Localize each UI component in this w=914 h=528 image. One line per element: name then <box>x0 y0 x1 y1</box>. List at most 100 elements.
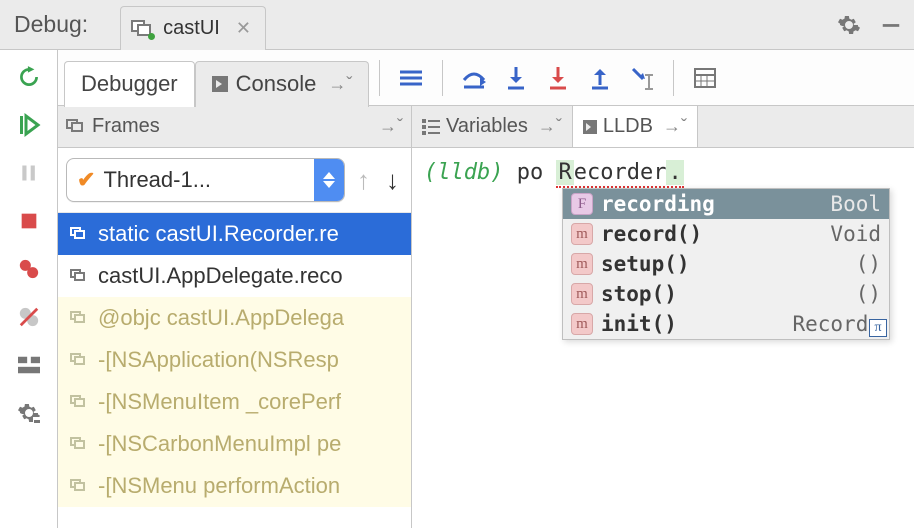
kind-badge: F <box>571 193 593 215</box>
breakpoints-icon[interactable] <box>16 256 42 282</box>
step-over-icon[interactable] <box>459 66 489 90</box>
gear-icon[interactable] <box>836 12 862 38</box>
completion-type: () <box>856 282 881 306</box>
next-frame-icon[interactable]: ↓ <box>382 165 403 196</box>
step-out-icon[interactable] <box>585 65 615 91</box>
frames-title: Frames <box>92 115 160 138</box>
frame-row[interactable]: castUI.AppDelegate.reco <box>58 255 411 297</box>
thread-selector[interactable]: ✔ Thread-1... <box>66 158 345 202</box>
completion-type: Void <box>830 222 881 246</box>
tab-label: Variables <box>446 115 528 138</box>
stepper-icon[interactable] <box>314 158 344 202</box>
completion-name: stop() <box>601 282 848 306</box>
tab-variables[interactable]: Variables →ˇ <box>412 106 573 147</box>
tab-label: Debugger <box>81 71 178 97</box>
prompt: (lldb) <box>424 160 503 185</box>
step-into-icon[interactable] <box>501 65 531 91</box>
kind-badge: m <box>571 283 593 305</box>
frame-label: -[NSCarbonMenuImpl pe <box>98 431 341 457</box>
thread-label: Thread-1... <box>103 167 211 193</box>
completion-name: init() <box>601 312 784 336</box>
variables-icon <box>422 119 440 135</box>
console-icon <box>212 76 228 92</box>
panel-title: Debug: <box>14 11 88 38</box>
frames-icon <box>66 119 86 135</box>
force-step-into-icon[interactable] <box>543 65 573 91</box>
frame-row[interactable]: @objc castUI.AppDelega <box>58 297 411 339</box>
frame-label: static castUI.Recorder.re <box>98 221 339 247</box>
lldb-icon <box>583 120 597 134</box>
run-tab-label: castUI <box>163 17 220 40</box>
title-bar: Debug: castUI ✕ <box>0 0 914 50</box>
tab-lldb[interactable]: LLDB →ˇ <box>573 106 698 147</box>
kind-badge: m <box>571 313 593 335</box>
frame-icon <box>70 437 88 451</box>
layout-icon[interactable] <box>16 352 42 378</box>
frame-row[interactable]: -[NSMenuItem _corePerf <box>58 381 411 423</box>
frame-row[interactable]: -[NSApplication(NSResp <box>58 339 411 381</box>
run-tab-strip: castUI ✕ <box>118 0 266 49</box>
frame-icon <box>70 227 88 241</box>
completion-type: Bool <box>830 192 881 216</box>
lldb-console[interactable]: (lldb) po Recorder. FrecordingBoolmrecor… <box>412 148 914 528</box>
tab-label: Console <box>236 71 317 97</box>
frames-panel: Frames →ˇ ✔ Thread-1... ↑ ↓ static castU… <box>58 106 412 528</box>
minimize-icon[interactable] <box>878 12 904 38</box>
completion-item[interactable]: Frecording Bool <box>563 189 889 219</box>
completion-item[interactable]: m stop() () <box>563 279 889 309</box>
tab-debugger[interactable]: Debugger <box>64 61 195 107</box>
frame-icon <box>70 353 88 367</box>
tab-console[interactable]: Console →ˇ <box>195 61 370 107</box>
pin-icon[interactable]: →ˇ <box>379 116 403 137</box>
frame-label: castUI.AppDelegate.reco <box>98 263 343 289</box>
completion-name: record() <box>601 222 822 246</box>
frame-label: -[NSMenu performAction <box>98 473 340 499</box>
pin-icon[interactable]: →ˇ <box>538 116 562 137</box>
frame-icon <box>70 269 88 283</box>
frame-list: static castUI.Recorder.re castUI.AppDeleg… <box>58 213 411 528</box>
frame-label: -[NSApplication(NSResp <box>98 347 339 373</box>
run-tab[interactable]: castUI ✕ <box>120 6 266 50</box>
run-to-cursor-icon[interactable] <box>627 65 657 91</box>
completion-item[interactable]: m record() Void <box>563 219 889 249</box>
prev-frame-icon[interactable]: ↑ <box>353 165 374 196</box>
debugger-toolbar: Debugger Console →ˇ <box>58 50 914 106</box>
pin-icon[interactable]: →ˇ <box>663 116 687 137</box>
kind-badge: m <box>571 253 593 275</box>
resume-icon[interactable] <box>16 112 42 138</box>
frame-row[interactable]: static castUI.Recorder.re <box>58 213 411 255</box>
frames-header: Frames →ˇ <box>58 106 411 148</box>
right-panel-tabs: Variables →ˇ LLDB →ˇ <box>412 106 914 148</box>
settings-icon[interactable] <box>16 400 42 426</box>
pin-icon[interactable]: →ˇ <box>328 74 352 95</box>
completion-item[interactable]: m init() Recorde <box>563 309 889 339</box>
debug-actions-column <box>0 50 58 528</box>
frame-label: @objc castUI.AppDelega <box>98 305 344 331</box>
evaluate-icon[interactable] <box>690 67 720 89</box>
completion-type: Recorde <box>792 312 881 336</box>
expression: Recorder. <box>556 160 683 188</box>
check-icon: ✔ <box>77 167 95 193</box>
rerun-icon[interactable] <box>16 64 42 90</box>
tab-label: LLDB <box>603 115 653 138</box>
completion-name: recording <box>601 192 822 216</box>
run-config-icon <box>131 20 153 38</box>
command: po <box>517 160 544 185</box>
completion-type: () <box>856 252 881 276</box>
frame-row[interactable]: -[NSCarbonMenuImpl pe <box>58 423 411 465</box>
frame-icon <box>70 395 88 409</box>
completion-popup: FrecordingBoolmrecord()Voidmsetup()()mst… <box>562 188 890 340</box>
show-execution-icon[interactable] <box>396 68 426 88</box>
pause-icon[interactable] <box>16 160 42 186</box>
kind-badge: m <box>571 223 593 245</box>
frame-row[interactable]: -[NSMenu performAction <box>58 465 411 507</box>
pi-icon[interactable]: π <box>869 319 887 337</box>
mute-breakpoints-icon[interactable] <box>16 304 42 330</box>
close-icon[interactable]: ✕ <box>236 18 251 39</box>
frame-icon <box>70 311 88 325</box>
frame-icon <box>70 479 88 493</box>
completion-item[interactable]: m setup() () <box>563 249 889 279</box>
stop-icon[interactable] <box>16 208 42 234</box>
frame-label: -[NSMenuItem _corePerf <box>98 389 341 415</box>
completion-name: setup() <box>601 252 848 276</box>
